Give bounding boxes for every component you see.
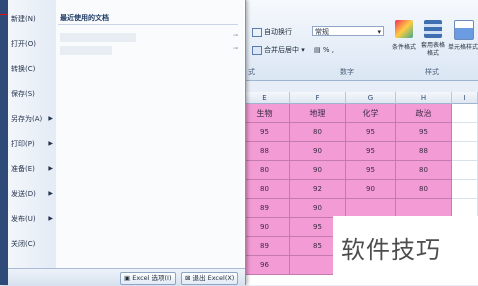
column-header-h[interactable]: H (396, 92, 452, 104)
recent-document-item[interactable] (60, 46, 112, 55)
header-cell[interactable]: 政治 (396, 104, 452, 123)
menu-item[interactable]: 另存为(A) ▶ (8, 107, 56, 131)
table-cell[interactable]: 89 (240, 237, 290, 256)
empty-cell[interactable] (452, 104, 478, 123)
submenu-arrow-icon: ▶ (48, 115, 53, 122)
table-cell[interactable]: 80 (396, 180, 452, 199)
options-icon: ▣ (124, 274, 131, 282)
wrap-text-button[interactable]: 自动换行 (252, 27, 292, 37)
menu-item[interactable]: 发布(U) ▶ (8, 207, 56, 231)
divider (58, 24, 238, 25)
menu-item-label: 转换(C) (11, 65, 36, 73)
table-cell[interactable]: 95 (346, 161, 396, 180)
menu-item[interactable]: 关闭(C) (8, 232, 56, 256)
chevron-down-icon: ▾ (377, 28, 381, 36)
menu-item[interactable]: 打开(O) (8, 32, 56, 56)
menu-item-label: 打印(P) (11, 140, 35, 148)
menu-item-label: 打开(O) (11, 40, 36, 48)
menu-item-label: 准备(E) (11, 165, 35, 173)
menu-item-label: 保存(S) (11, 90, 35, 98)
submenu-arrow-icon: ▶ (48, 215, 53, 222)
empty-cell[interactable] (452, 180, 478, 199)
menu-item-label: 发送(D) (11, 190, 36, 198)
office-menu: 新建(N) 打开(O) 转换(C) 保存(S) 另存为(A) ▶ 打印(P) ▶ 准备(E) ▶ 发… (0, 0, 246, 286)
table-cell[interactable]: 95 (240, 123, 290, 142)
currency-icon: ▤ (314, 46, 321, 54)
table-cell[interactable]: 92 (290, 180, 346, 199)
menu-item[interactable]: 转换(C) (8, 57, 56, 81)
table-cell[interactable]: 90 (240, 218, 290, 237)
styles-group-label: 样式 (425, 68, 439, 76)
column-header-i[interactable]: I (452, 92, 478, 104)
submenu-arrow-icon: ▶ (48, 190, 53, 197)
menu-item[interactable]: 准备(E) ▶ (8, 157, 56, 181)
column-header-e[interactable]: E (240, 92, 290, 104)
number-group-label: 数字 (340, 68, 354, 76)
submenu-arrow-icon: ▶ (48, 165, 53, 172)
pin-icon[interactable]: ⊸ (233, 32, 238, 39)
table-cell[interactable]: 96 (240, 256, 290, 275)
empty-cell[interactable] (452, 142, 478, 161)
menu-item-label: 关闭(C) (11, 240, 36, 248)
conditional-format-button[interactable]: 条件格式 (390, 20, 418, 62)
alignment-group-label: 式 (248, 68, 255, 76)
office-button-edge[interactable] (0, 0, 8, 285)
table-cell[interactable]: 90 (290, 161, 346, 180)
table-cell[interactable]: 88 (240, 142, 290, 161)
merge-center-button[interactable]: 合并后居中 ▾ (252, 45, 305, 55)
table-cell[interactable]: 88 (396, 142, 452, 161)
empty-cell[interactable] (452, 123, 478, 142)
close-icon: ⊠ (185, 274, 191, 282)
table-cell[interactable]: 80 (240, 161, 290, 180)
excel-options-button[interactable]: ▣ Excel 选项(I) (120, 272, 176, 285)
header-cell[interactable]: 生物 (240, 104, 290, 123)
table-cell[interactable]: 89 (240, 199, 290, 218)
menu-item-label: 发布(U) (11, 215, 36, 223)
recent-document-item[interactable] (60, 33, 136, 42)
merge-center-icon (252, 45, 262, 55)
recent-documents-title: 最近使用的文档 (60, 14, 109, 22)
table-cell[interactable]: 80 (240, 180, 290, 199)
column-header-g[interactable]: G (346, 92, 396, 104)
cell-styles-button[interactable]: 单元格样式 (448, 20, 478, 62)
table-cell[interactable]: 90 (346, 180, 396, 199)
menu-item[interactable]: 保存(S) (8, 82, 56, 106)
watermark: 软件技巧 (333, 216, 478, 285)
empty-cell[interactable] (452, 161, 478, 180)
table-cell[interactable]: 80 (396, 161, 452, 180)
header-cell[interactable]: 化学 (346, 104, 396, 123)
percent-style-button[interactable]: ▤ % , (314, 45, 334, 55)
menu-command-list: 新建(N) 打开(O) 转换(C) 保存(S) 另存为(A) ▶ 打印(P) ▶ 准备(E) ▶ 发… (8, 0, 57, 268)
menu-item-label: 另存为(A) (11, 115, 43, 123)
format-as-table-button[interactable]: 套用表格格式 (420, 20, 446, 62)
menu-item[interactable]: 新建(N) (8, 7, 56, 31)
menu-item-label: 新建(N) (11, 15, 36, 23)
menu-footer: ▣ Excel 选项(I) ⊠ 退出 Excel(X) (8, 268, 245, 286)
table-icon (424, 20, 442, 38)
chevron-down-icon: ▾ (301, 46, 305, 54)
conditional-format-icon (395, 20, 413, 38)
table-cell[interactable]: 80 (290, 123, 346, 142)
wrap-text-icon (252, 27, 262, 37)
menu-item[interactable]: 打印(P) ▶ (8, 132, 56, 156)
column-header-f[interactable]: F (290, 92, 346, 104)
table-cell[interactable]: 90 (290, 142, 346, 161)
cell-styles-icon (454, 20, 474, 40)
pin-icon[interactable]: ⊸ (233, 45, 238, 52)
watermark-text: 软件技巧 (341, 236, 441, 264)
table-cell[interactable]: 95 (346, 142, 396, 161)
submenu-arrow-icon: ▶ (48, 140, 53, 147)
menu-item[interactable]: 发送(D) ▶ (8, 182, 56, 206)
table-cell[interactable]: 95 (346, 123, 396, 142)
number-format-select[interactable]: 常规 ▾ (312, 26, 384, 36)
header-cell[interactable]: 地理 (290, 104, 346, 123)
exit-excel-button[interactable]: ⊠ 退出 Excel(X) (181, 272, 239, 285)
table-cell[interactable]: 95 (396, 123, 452, 142)
ribbon: 自动换行 合并后居中 ▾ 式 常规 ▾ ▤ % , 数字 条件格式 套用表格格式… (240, 0, 478, 81)
recent-documents-pane: 最近使用的文档 ⊸ ⊸ (56, 0, 244, 268)
